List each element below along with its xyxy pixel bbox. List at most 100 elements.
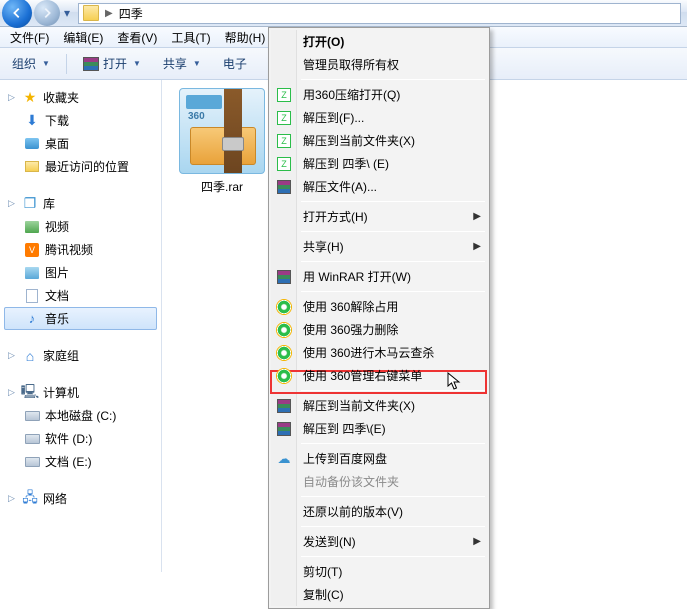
archive-icon: Z bbox=[276, 156, 292, 172]
rar-icon bbox=[276, 398, 292, 414]
folder-icon bbox=[83, 5, 99, 21]
recent-icon bbox=[24, 159, 40, 175]
ctx-open-360zip[interactable]: Z用360压缩打开(Q) bbox=[271, 83, 487, 106]
address-bar: ▾ ▶ 四季 bbox=[0, 0, 687, 27]
open-button[interactable]: 打开▼ bbox=[77, 52, 147, 75]
ctx-share[interactable]: 共享(H)▶ bbox=[271, 235, 487, 258]
breadcrumb[interactable]: ▶ 四季 bbox=[78, 3, 681, 24]
video-icon bbox=[24, 219, 40, 235]
file-name[interactable]: 四季.rar bbox=[174, 178, 270, 195]
computer-label: 计算机 bbox=[43, 384, 79, 401]
sidebar-computer[interactable]: ▷ 🖳 计算机 bbox=[4, 381, 157, 404]
ctx-separator bbox=[301, 201, 485, 202]
submenu-arrow-icon: ▶ bbox=[473, 536, 481, 547]
ctx-separator bbox=[301, 390, 485, 391]
sidebar-item-drive-d[interactable]: 软件 (D:) bbox=[4, 427, 157, 450]
file-thumbnail: 360 bbox=[179, 88, 265, 174]
menu-tools[interactable]: 工具(T) bbox=[165, 27, 216, 48]
ctx-360-context-manage[interactable]: 使用 360管理右键菜单 bbox=[271, 364, 487, 387]
ctx-copy[interactable]: 复制(C) bbox=[271, 583, 487, 606]
sidebar-homegroup[interactable]: ▷ ⌂ 家庭组 bbox=[4, 344, 157, 367]
sidebar-item-documents[interactable]: 文档 bbox=[4, 284, 157, 307]
ctx-separator bbox=[301, 556, 485, 557]
drive-icon bbox=[24, 431, 40, 447]
ctx-extract-to[interactable]: Z解压到(F)... bbox=[271, 106, 487, 129]
organize-button[interactable]: 组织▼ bbox=[6, 52, 56, 75]
drive-icon bbox=[24, 454, 40, 470]
sidebar-item-tencent[interactable]: V腾讯视频 bbox=[4, 238, 157, 261]
sidebar-favorites[interactable]: ▷ ★ 收藏夹 bbox=[4, 86, 157, 109]
menu-edit[interactable]: 编辑(E) bbox=[57, 27, 109, 48]
thumb-brand: 360 bbox=[188, 111, 205, 122]
sidebar-item-downloads[interactable]: ⬇下载 bbox=[4, 109, 157, 132]
ctx-admin-own[interactable]: 管理员取得所有权 bbox=[271, 53, 487, 76]
sidebar-item-pictures[interactable]: 图片 bbox=[4, 261, 157, 284]
file-item[interactable]: 360 四季.rar bbox=[174, 88, 270, 195]
ctx-open[interactable]: 打开(O) bbox=[271, 30, 487, 53]
ctx-extract-named-rar[interactable]: 解压到 四季\(E) bbox=[271, 417, 487, 440]
tencent-icon: V bbox=[24, 242, 40, 258]
ctx-separator bbox=[301, 261, 485, 262]
ctx-winrar-open[interactable]: 用 WinRAR 打开(W) bbox=[271, 265, 487, 288]
ctx-separator bbox=[301, 526, 485, 527]
cloud-icon: ☁ bbox=[276, 451, 292, 467]
navigation-pane: ▷ ★ 收藏夹 ⬇下载 桌面 最近访问的位置 ▷ ❐ 库 视频 V腾讯视频 图片… bbox=[0, 80, 162, 572]
archive-icon: Z bbox=[276, 87, 292, 103]
ctx-360-trojan-scan[interactable]: 使用 360进行木马云查杀 bbox=[271, 341, 487, 364]
nav-history-dropdown[interactable]: ▾ bbox=[60, 6, 74, 20]
music-icon: ♪ bbox=[24, 311, 40, 327]
ctx-extract-here[interactable]: Z解压到当前文件夹(X) bbox=[271, 129, 487, 152]
expand-icon: ▷ bbox=[6, 198, 17, 209]
sidebar-network[interactable]: ▷ 🖧 网络 bbox=[4, 487, 157, 510]
archive-icon: Z bbox=[276, 110, 292, 126]
sidebar-item-videos[interactable]: 视频 bbox=[4, 215, 157, 238]
sidebar-item-desktop[interactable]: 桌面 bbox=[4, 132, 157, 155]
sidebar-item-drive-e[interactable]: 文档 (E:) bbox=[4, 450, 157, 473]
email-button[interactable]: 电子 bbox=[217, 52, 253, 75]
document-icon bbox=[24, 288, 40, 304]
ctx-separator bbox=[301, 443, 485, 444]
submenu-arrow-icon: ▶ bbox=[473, 241, 481, 252]
breadcrumb-location[interactable]: 四季 bbox=[119, 5, 143, 22]
rar-icon bbox=[276, 421, 292, 437]
email-label: 电子 bbox=[223, 55, 247, 72]
share-label: 共享 bbox=[163, 55, 187, 72]
sidebar-item-recent[interactable]: 最近访问的位置 bbox=[4, 155, 157, 178]
sidebar-item-drive-c[interactable]: 本地磁盘 (C:) bbox=[4, 404, 157, 427]
ctx-separator bbox=[301, 291, 485, 292]
organize-label: 组织 bbox=[12, 55, 36, 72]
360-icon bbox=[276, 368, 292, 384]
homegroup-label: 家庭组 bbox=[43, 347, 79, 364]
network-icon: 🖧 bbox=[22, 491, 38, 507]
ctx-open-with[interactable]: 打开方式(H)▶ bbox=[271, 205, 487, 228]
ctx-360-unlock[interactable]: 使用 360解除占用 bbox=[271, 295, 487, 318]
sidebar-libraries[interactable]: ▷ ❐ 库 bbox=[4, 192, 157, 215]
ctx-extract-files[interactable]: 解压文件(A)... bbox=[271, 175, 487, 198]
ctx-360-force-delete[interactable]: 使用 360强力删除 bbox=[271, 318, 487, 341]
share-button[interactable]: 共享▼ bbox=[157, 52, 207, 75]
toolbar-separator bbox=[66, 54, 67, 74]
picture-icon bbox=[24, 265, 40, 281]
context-menu: 打开(O) 管理员取得所有权 Z用360压缩打开(Q) Z解压到(F)... Z… bbox=[268, 27, 490, 609]
ctx-send-to[interactable]: 发送到(N)▶ bbox=[271, 530, 487, 553]
expand-icon: ▷ bbox=[6, 92, 17, 103]
360-icon bbox=[276, 322, 292, 338]
library-icon: ❐ bbox=[22, 196, 38, 212]
ctx-extract-named[interactable]: Z解压到 四季\ (E) bbox=[271, 152, 487, 175]
menu-help[interactable]: 帮助(H) bbox=[219, 27, 272, 48]
sidebar-item-music[interactable]: ♪音乐 bbox=[4, 307, 157, 330]
expand-icon: ▷ bbox=[6, 350, 17, 361]
archive-icon: Z bbox=[276, 133, 292, 149]
libraries-label: 库 bbox=[43, 195, 55, 212]
ctx-separator bbox=[301, 231, 485, 232]
ctx-extract-here-rar[interactable]: 解压到当前文件夹(X) bbox=[271, 394, 487, 417]
chevron-right-icon: ▶ bbox=[105, 8, 113, 19]
nav-back-button[interactable] bbox=[2, 0, 32, 28]
ctx-restore-previous[interactable]: 还原以前的版本(V) bbox=[271, 500, 487, 523]
menu-file[interactable]: 文件(F) bbox=[4, 27, 55, 48]
menu-view[interactable]: 查看(V) bbox=[111, 27, 163, 48]
ctx-auto-backup: 自动备份该文件夹 bbox=[271, 470, 487, 493]
ctx-separator bbox=[301, 496, 485, 497]
ctx-upload-baidu[interactable]: ☁上传到百度网盘 bbox=[271, 447, 487, 470]
nav-forward-button[interactable] bbox=[34, 0, 60, 26]
